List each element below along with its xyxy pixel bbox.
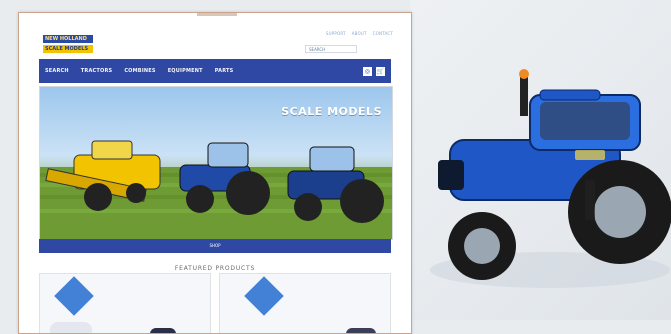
product-badge-1: [54, 276, 94, 316]
search-placeholder: SEARCH: [309, 47, 326, 52]
top-link-3[interactable]: CONTACT: [373, 31, 393, 36]
nav-item-2[interactable]: TRACTORS: [81, 68, 113, 74]
section-title: FEATURED PRODUCTS: [174, 265, 256, 272]
main-nav: SEARCH TRACTORS COMBINES EQUIPMENT PARTS…: [39, 59, 391, 83]
nav-item-4[interactable]: EQUIPMENT: [168, 68, 203, 74]
top-link-2[interactable]: ABOUT: [352, 31, 367, 36]
hero-bottom-caption: SHOP: [209, 243, 221, 248]
cart-icon[interactable]: 🛒: [376, 66, 385, 76]
tractor-image: [430, 69, 671, 288]
product-image-1: [50, 322, 92, 333]
user-icon[interactable]: ◎: [363, 66, 372, 76]
hero-bottom-bar[interactable]: SHOP: [39, 239, 391, 253]
top-link-1[interactable]: SUPPORT: [326, 31, 346, 36]
product-card-1[interactable]: [39, 273, 211, 333]
product-badge-2: [244, 276, 284, 316]
logo-bottom-text: SCALE MODELS: [43, 45, 93, 53]
product-image-2: [150, 328, 176, 333]
website-mockup: NEW HOLLAND SCALE MODELS SUPPORT ABOUT C…: [18, 12, 412, 334]
logo-top-text: NEW HOLLAND: [43, 35, 93, 43]
site-logo[interactable]: NEW HOLLAND SCALE MODELS: [43, 35, 93, 55]
nav-items: SEARCH TRACTORS COMBINES EQUIPMENT PARTS: [39, 68, 233, 74]
search-input[interactable]: SEARCH: [305, 45, 357, 53]
top-accent: [197, 13, 237, 16]
nav-icons: ◎ 🛒: [363, 66, 391, 76]
nav-item-3[interactable]: COMBINES: [124, 68, 155, 74]
nav-item-1[interactable]: SEARCH: [45, 68, 69, 74]
hero-title: SCALE MODELS: [281, 105, 382, 118]
product-image-3: [346, 328, 376, 333]
hero-banner: SCALE MODELS: [39, 86, 393, 240]
product-card-2[interactable]: [219, 273, 391, 333]
featured-products: [39, 273, 391, 333]
nav-item-5[interactable]: PARTS: [215, 68, 234, 74]
top-links: SUPPORT ABOUT CONTACT: [326, 31, 393, 36]
